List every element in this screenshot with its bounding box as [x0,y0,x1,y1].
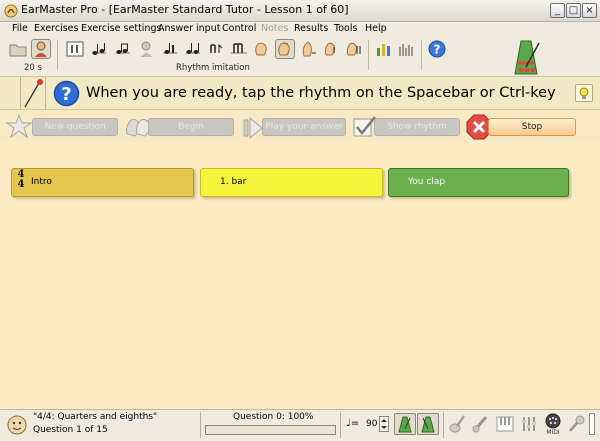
action-bar: New question Begin Play your answer Show… [0,110,600,142]
lesson-title: "4/4: Quarters and eighths" [33,412,158,422]
menu-bar: File Exercises Exercise settings Answer … [0,22,600,37]
svg-text:?: ? [61,84,71,105]
hand-clap-icon[interactable] [275,39,295,59]
minimize-button[interactable]: _ [550,3,565,18]
menu-control[interactable]: Control [222,22,256,36]
status-separator [200,412,201,438]
tempo-stepper[interactable] [379,416,389,432]
rhythm-icon[interactable] [89,39,109,59]
close-button[interactable]: × [582,3,597,18]
begin-button[interactable]: Begin [148,118,234,136]
rhythm-icon[interactable] [160,39,180,59]
help-icon[interactable]: ? [427,39,447,59]
tempo-value: 90 [366,419,378,429]
metronome-icon[interactable] [505,37,547,77]
menu-help[interactable]: Help [365,22,387,36]
svg-text:MIDI: MIDI [546,429,560,435]
status-separator [340,412,341,438]
play-answer-button[interactable]: Play your answer [262,118,346,136]
statistics-icon[interactable] [374,39,394,59]
bar-you-clap: You clap [388,168,569,197]
new-question-button[interactable]: New question [32,118,118,136]
title-bar: EarMaster Pro - [EarMaster Standard Tuto… [0,0,600,22]
svg-text:?: ? [434,43,441,57]
hand-tap-icon[interactable] [298,39,318,59]
score-text: Question 0: 100% [233,412,314,422]
teacher-icon[interactable] [31,39,51,59]
rhythm-icon[interactable] [65,39,85,59]
progress-bar [205,425,336,435]
toolbar: 20 s Rhythm imitation ? [0,37,600,77]
question-counter: Question 1 of 15 [33,425,108,435]
hand-clap-icon[interactable] [252,39,272,59]
bar-label: 1. bar [220,177,247,187]
rhythm-icon[interactable] [206,39,226,59]
open-folder-icon[interactable] [8,39,28,59]
instruction-bar: ? When you are ready, tap the rhythm on … [0,77,600,110]
input-level-meter [589,413,595,435]
bar-1: 1. bar [200,168,383,197]
time-signature: 44 [17,169,25,190]
menu-notes: Notes [261,23,289,34]
rhythm-icon[interactable] [183,39,203,59]
status-separator [443,412,444,438]
menu-answer-input[interactable]: Answer input [158,22,220,36]
guitar-icon[interactable] [448,414,466,437]
menu-tools[interactable]: Tools [334,22,357,36]
toolbar-separator [57,40,58,70]
menu-exercises[interactable]: Exercises [34,22,78,36]
stop-button[interactable]: Stop [488,118,576,136]
instruction-text: When you are ready, tap the rhythm on th… [86,85,556,101]
help-icon[interactable]: ? [53,80,80,107]
bar-label: Intro [31,177,52,187]
toolbar-separator [368,40,369,70]
toolbar-separator [421,40,422,70]
menu-file[interactable]: File [12,22,28,36]
metronome-pendulum-icon [20,77,46,110]
organ-icon[interactable] [397,39,417,59]
microphone-icon[interactable] [566,414,586,437]
menu-results[interactable]: Results [294,22,328,36]
tempo-note: ♩= [346,418,360,429]
hand-tap-icon[interactable] [344,39,364,59]
singer-icon[interactable] [137,39,157,59]
rhythm-icon[interactable] [113,39,133,59]
window-title: EarMaster Pro - [EarMaster Standard Tuto… [21,3,349,16]
piano-icon[interactable] [495,414,515,437]
hand-tap-icon[interactable] [321,39,341,59]
section-label: Rhythm imitation [176,63,250,73]
bar-intro: 44 Intro [11,168,194,197]
metronome-icon[interactable] [394,413,416,435]
bar-label: You clap [408,177,446,187]
hint-bulb-icon[interactable] [575,84,593,102]
show-rhythm-button[interactable]: Show rhythm [374,118,460,136]
menu-exercise-settings[interactable]: Exercise settings [81,22,161,36]
maximize-button[interactable]: □ [566,3,581,18]
timer-label: 20 s [24,63,42,73]
rhythm-icon[interactable] [229,39,249,59]
keyboard-icon[interactable] [471,414,491,437]
rhythm-area: 44 Intro 1. bar You clap [0,142,600,409]
lesson-icon [7,415,27,435]
midi-icon[interactable]: MIDI [543,413,563,438]
metronome-icon[interactable] [417,413,439,435]
earmaster-app-icon [4,4,18,18]
mixer-icon[interactable] [519,414,539,437]
